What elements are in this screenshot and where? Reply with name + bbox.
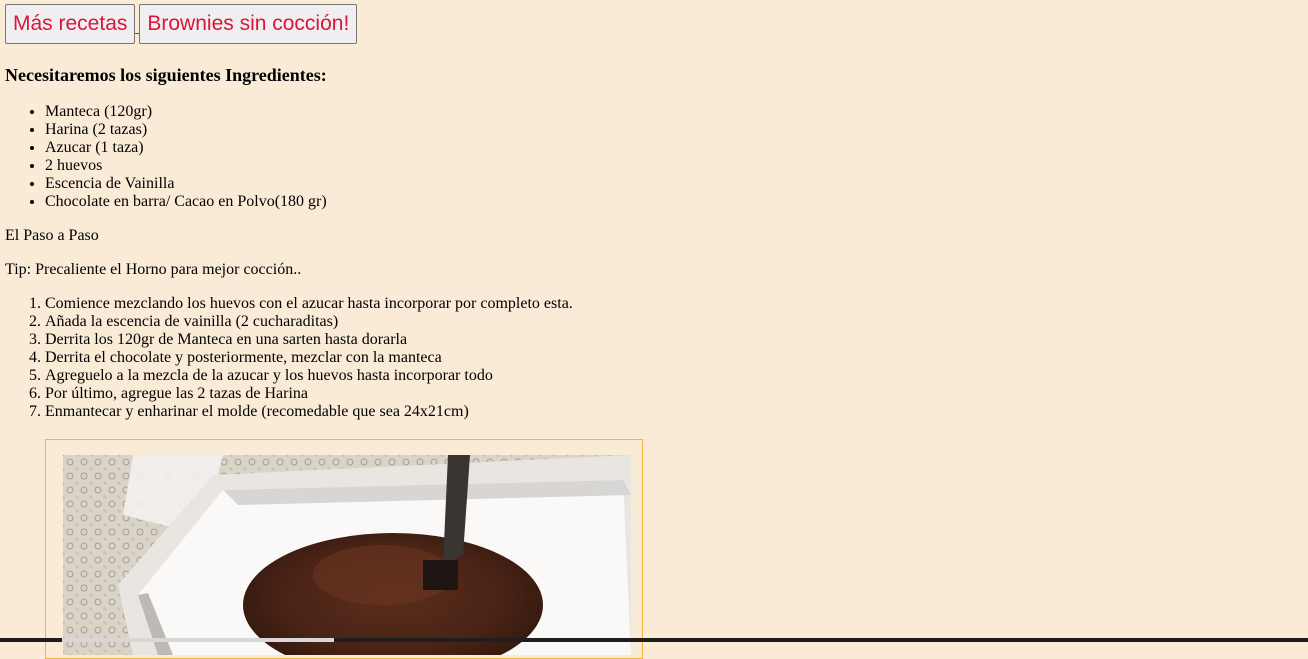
recipe-title-button[interactable]: Brownies sin cocción! <box>139 4 358 44</box>
recipe-photo-frame <box>45 439 643 659</box>
page-content: Más recetas Brownies sin cocción! Necesi… <box>5 4 1308 421</box>
step-item: Enmantecar y enharinar el molde (recomed… <box>45 403 1308 421</box>
ingredient-item: Escencia de Vainilla <box>45 175 1308 193</box>
tip-text: Tip: Precaliente el Horno para mejor coc… <box>5 261 302 278</box>
step-item: Añada la escencia de vainilla (2 cuchara… <box>45 313 1308 331</box>
ingredients-heading: Necesitaremos los siguientes Ingrediente… <box>5 65 327 85</box>
bottom-scrollbar[interactable] <box>0 638 1308 642</box>
ingredient-item: Azucar (1 taza) <box>45 139 1308 157</box>
ingredient-item: 2 huevos <box>45 157 1308 175</box>
brownie-batter-illustration <box>63 455 631 655</box>
ingredients-list: Manteca (120gr) Harina (2 tazas) Azucar … <box>5 103 1308 211</box>
scrollbar-thumb[interactable] <box>62 638 334 642</box>
ingredient-item: Chocolate en barra/ Cacao en Polvo(180 g… <box>45 193 1308 211</box>
more-recipes-button[interactable]: Más recetas <box>5 4 136 44</box>
step-item: Por último, agregue las 2 tazas de Harin… <box>45 385 1308 403</box>
ingredient-item: Manteca (120gr) <box>45 103 1308 121</box>
brownie-batter-photo <box>63 455 631 655</box>
steps-list: Comience mezclando los huevos con el azu… <box>5 295 1308 421</box>
ingredient-item: Harina (2 tazas) <box>45 121 1308 139</box>
step-item: Agreguelo a la mezcla de la azucar y los… <box>45 367 1308 385</box>
steps-title: El Paso a Paso <box>5 227 99 244</box>
top-nav: Más recetas Brownies sin cocción! <box>5 4 1308 44</box>
step-item: Comience mezclando los huevos con el azu… <box>45 295 1308 313</box>
step-item: Derrita los 120gr de Manteca en una sart… <box>45 331 1308 349</box>
step-item: Derrita el chocolate y posteriormente, m… <box>45 349 1308 367</box>
